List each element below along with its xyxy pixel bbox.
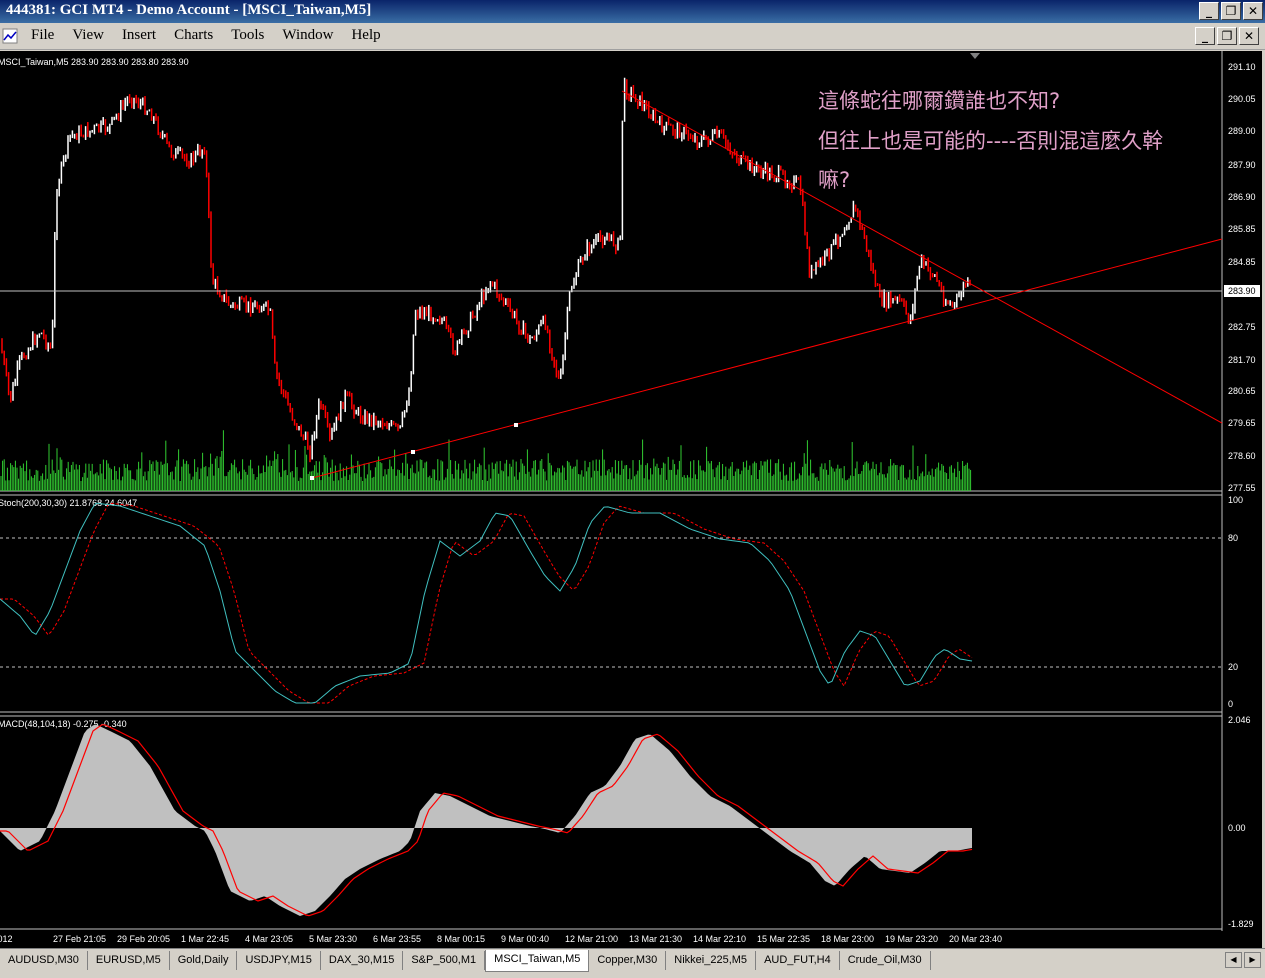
chart-tab[interactable]: Nikkei_225,M5	[666, 951, 757, 970]
chart-tab[interactable]: Copper,M30	[589, 951, 667, 970]
chart-tab[interactable]: EURUSD,M5	[88, 951, 170, 970]
macd-axis: 2.046 0.00 -1.829	[1228, 715, 1254, 929]
time-tick: 8 Mar 00:15	[437, 934, 485, 944]
time-tick: 14 Mar 22:10	[693, 934, 746, 944]
price-tick: 277.55	[1228, 483, 1256, 493]
time-tick: 20 Mar 23:40	[949, 934, 1002, 944]
lower-trendline[interactable]	[311, 238, 1223, 479]
trendline-handle[interactable]	[310, 476, 314, 480]
tab-scroll-left-icon[interactable]: ◀	[1225, 952, 1242, 968]
time-tick: 12 Mar 21:00	[565, 934, 618, 944]
macd-label: MACD(48,104,18) -0.275 -0.340	[0, 719, 127, 729]
time-tick: 1 Mar 22:45	[181, 934, 229, 944]
time-tick: 4 Mar 23:05	[245, 934, 293, 944]
annotation-line-3: 嘛?	[818, 168, 851, 192]
time-tick: 29 Feb 20:05	[117, 934, 170, 944]
macd-histogram[interactable]	[0, 724, 972, 916]
price-tick: 282.75	[1228, 322, 1256, 332]
time-tick: 18 Mar 23:00	[821, 934, 874, 944]
mdi-minimize-button[interactable]: _	[1195, 27, 1215, 45]
menu-tools[interactable]: Tools	[222, 27, 273, 44]
price-tick: 285.85	[1228, 224, 1256, 234]
annotation-line-2: 但往上也是可能的----否則混這麼久幹	[818, 129, 1164, 153]
stoch-tick: 80	[1228, 533, 1238, 543]
time-tick: 5 Mar 23:30	[309, 934, 357, 944]
current-price-label: 283.90	[1228, 286, 1256, 296]
chart-tab[interactable]: S&P_500,M1	[403, 951, 486, 970]
price-tick: 290.05	[1228, 94, 1256, 104]
stoch-label: Stoch(200,30,30) 21.8768 24.6047	[0, 498, 137, 508]
time-tick: 23 Feb 2012	[0, 934, 13, 944]
stoch-tick: 0	[1228, 699, 1233, 709]
window-title: 444381: GCI MT4 - Demo Account - [MSCI_T…	[6, 2, 372, 18]
stoch-tick: 20	[1228, 662, 1238, 672]
trendline-handle[interactable]	[514, 423, 518, 427]
price-tick: 289.00	[1228, 126, 1256, 136]
stoch-main-line[interactable]	[0, 502, 973, 704]
price-tick: 284.85	[1228, 257, 1256, 267]
menu-window[interactable]: Window	[273, 27, 342, 44]
time-tick: 15 Mar 22:35	[757, 934, 810, 944]
tab-scroll-right-icon[interactable]: ▶	[1244, 952, 1261, 968]
menu-view[interactable]: View	[63, 27, 113, 44]
price-tick: 286.90	[1228, 192, 1256, 202]
trendline-handle[interactable]	[411, 450, 415, 454]
chart-tab[interactable]: USDJPY,M15	[237, 951, 321, 970]
close-button[interactable]: ✕	[1243, 2, 1263, 20]
menu-insert[interactable]: Insert	[113, 27, 165, 44]
chart-tab-bar: AUDUSD,M30 EURUSD,M5 Gold,Daily USDJPY,M15 D…	[0, 948, 1265, 978]
chart-tab[interactable]: Crude_Oil,M30	[840, 951, 931, 970]
minimize-button[interactable]: _	[1199, 2, 1219, 20]
chart-tab[interactable]: Gold,Daily	[170, 951, 238, 970]
price-tick: 280.65	[1228, 386, 1256, 396]
time-tick: 9 Mar 00:40	[501, 934, 549, 944]
time-tick: 27 Feb 21:05	[53, 934, 106, 944]
annotation-line-1: 這條蛇往哪爾鑽誰也不知?	[818, 89, 1061, 113]
menu-bar: File View Insert Charts Tools Window Hel…	[0, 24, 1265, 50]
title-bar: 444381: GCI MT4 - Demo Account - [MSCI_T…	[0, 0, 1265, 23]
chart-tab[interactable]: DAX_30,M15	[321, 951, 404, 970]
stoch-axis: 100 80 20 0	[1228, 495, 1243, 709]
chart-tab[interactable]: MSCI_Taiwan,M5	[485, 950, 590, 972]
chart-tab[interactable]: AUDUSD,M30	[0, 951, 88, 970]
macd-tick: -1.829	[1228, 919, 1254, 929]
chart-window[interactable]: MSCI_Taiwan,M5 283.90 283.90 283.80 283.…	[0, 51, 1264, 948]
stoch-signal-line[interactable]	[0, 502, 973, 704]
price-tick: 291.10	[1228, 62, 1256, 72]
time-axis[interactable]: 23 Feb 2012 27 Feb 21:05 29 Feb 20:05 1 …	[0, 934, 1002, 944]
price-tick: 287.90	[1228, 160, 1256, 170]
time-tick: 13 Mar 21:30	[629, 934, 682, 944]
price-tick: 279.65	[1228, 418, 1256, 428]
maximize-button[interactable]: ❐	[1221, 2, 1241, 20]
menu-charts[interactable]: Charts	[165, 27, 222, 44]
menu-file[interactable]: File	[22, 27, 63, 44]
macd-tick: 0.00	[1228, 823, 1246, 833]
mdi-close-button[interactable]: ✕	[1239, 27, 1259, 45]
mdi-restore-button[interactable]: ❐	[1217, 27, 1237, 45]
chart-app-icon[interactable]	[2, 28, 18, 44]
time-tick: 19 Mar 23:20	[885, 934, 938, 944]
chart-info-label: MSCI_Taiwan,M5 283.90 283.90 283.80 283.…	[0, 57, 189, 67]
time-tick: 6 Mar 23:55	[373, 934, 421, 944]
volume-histogram	[0, 430, 972, 491]
stoch-tick: 100	[1228, 495, 1243, 505]
menu-help[interactable]: Help	[342, 27, 389, 44]
chart-tab[interactable]: AUD_FUT,H4	[756, 951, 840, 970]
price-tick: 278.60	[1228, 451, 1256, 461]
macd-tick: 2.046	[1228, 715, 1251, 725]
price-tick: 281.70	[1228, 355, 1256, 365]
price-axis[interactable]: 291.10 290.05 289.00 287.90 286.90 285.8…	[1224, 62, 1260, 493]
